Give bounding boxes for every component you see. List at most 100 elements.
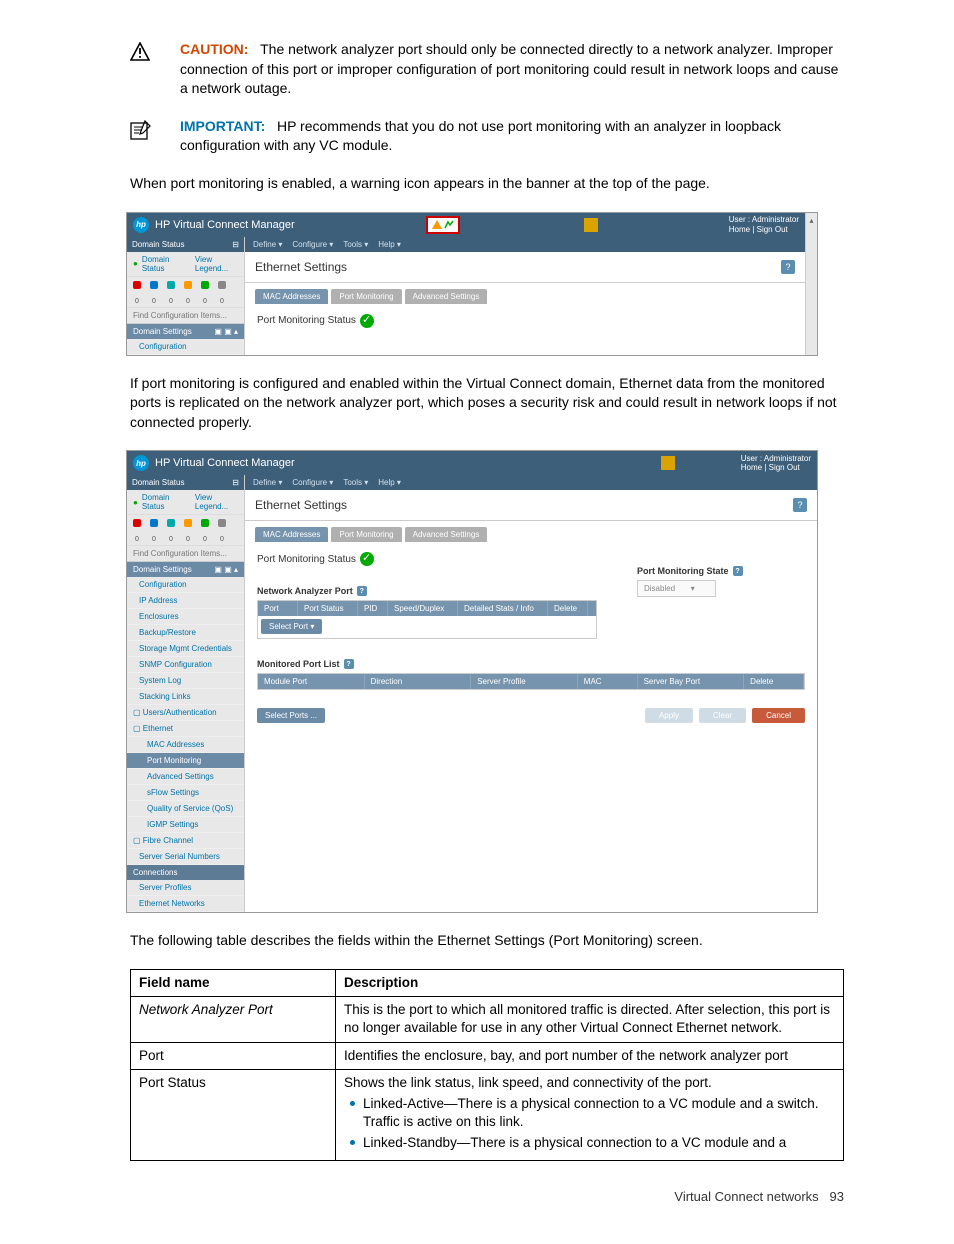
screenshot-1: hp HP Virtual Connect Manager User : Adm… <box>126 212 818 356</box>
select-ports-button[interactable]: Select Ports ... <box>257 708 325 723</box>
page-title: Ethernet Settings <box>255 260 347 274</box>
help-icon[interactable]: ? <box>733 566 743 576</box>
home-link[interactable]: Home | Sign Out <box>729 225 788 234</box>
tab-advanced-settings[interactable]: Advanced Settings <box>405 527 488 542</box>
tab-mac-addresses[interactable]: MAC Addresses <box>255 289 328 304</box>
caution-text: The network analyzer port should only be… <box>180 41 838 96</box>
important-block: IMPORTANT: HP recommends that you do not… <box>130 117 844 156</box>
home-icon[interactable] <box>584 218 598 232</box>
sidebar-item-qos[interactable]: Quality of Service (QoS) <box>127 801 244 817</box>
home-icon[interactable] <box>661 456 675 470</box>
table-row: Network Analyzer Port This is the port t… <box>131 997 844 1042</box>
cell-field: Port <box>131 1042 336 1069</box>
menu-define[interactable]: Define ▾ <box>253 478 282 487</box>
pm-state-select[interactable]: Disabled ▾ <box>637 580 716 597</box>
col-port-status: Port Status <box>298 601 358 616</box>
sidebar-item-ip-address[interactable]: IP Address <box>127 593 244 609</box>
sidebar-item-configuration[interactable]: Configuration <box>127 577 244 593</box>
sidebar-item-fibre[interactable]: ▢ Fibre Channel <box>127 833 244 849</box>
apply-button[interactable]: Apply <box>645 708 693 723</box>
sidebar-connections-section[interactable]: Connections <box>127 865 244 880</box>
bullet-icon <box>350 1101 355 1106</box>
menu-configure[interactable]: Configure ▾ <box>292 240 333 249</box>
menu-configure[interactable]: Configure ▾ <box>292 478 333 487</box>
domain-status-link[interactable]: Domain Status <box>142 255 185 273</box>
user-info: User : Administrator Home | Sign Out <box>741 454 811 473</box>
sidebar-item-enclosures[interactable]: Enclosures <box>127 609 244 625</box>
view-legend-link[interactable]: View Legend... <box>195 255 238 273</box>
status-ok-icon: ● <box>133 259 138 268</box>
sidebar-item-port-monitoring[interactable]: Port Monitoring <box>127 753 244 769</box>
sidebar-item-stacking[interactable]: Stacking Links <box>127 689 244 705</box>
col-server-profile: Server Profile <box>471 674 578 689</box>
cell-desc: This is the port to which all monitored … <box>336 997 844 1042</box>
col-speed-duplex: Speed/Duplex <box>388 601 458 616</box>
port-monitoring-status-label: Port Monitoring Status <box>257 554 356 565</box>
bullet-icon <box>350 1140 355 1145</box>
paragraph-3: The following table describes the fields… <box>130 931 844 951</box>
sidebar: Domain Status⊟ ●Domain Status View Legen… <box>127 475 245 912</box>
collapse-icon[interactable]: ⊟ <box>232 240 239 249</box>
domain-settings-section[interactable]: Domain Settings▣ ▣ ▴ <box>127 562 244 577</box>
clear-button[interactable]: Clear <box>699 708 746 723</box>
network-analyzer-port-table: Port Port Status PID Speed/Duplex Detail… <box>257 600 597 639</box>
sidebar-item-snmp[interactable]: SNMP Configuration <box>127 657 244 673</box>
app-header: hp HP Virtual Connect Manager User : Adm… <box>127 451 817 475</box>
sidebar-item-users[interactable]: ▢ Users/Authentication <box>127 705 244 721</box>
sidebar-item-eth-networks[interactable]: Ethernet Networks <box>127 896 244 912</box>
caution-block: CAUTION: The network analyzer port shoul… <box>130 40 844 99</box>
check-icon <box>360 552 374 566</box>
menu-tools[interactable]: Tools ▾ <box>343 478 368 487</box>
main-panel: Define ▾ Configure ▾ Tools ▾ Help ▾ Ethe… <box>245 237 805 355</box>
caution-label: CAUTION: <box>180 41 248 57</box>
sidebar-item-configuration[interactable]: Configuration <box>127 339 244 355</box>
hp-logo-icon: hp <box>133 455 149 471</box>
find-config-input[interactable]: Find Configuration Items... <box>127 308 244 324</box>
sidebar-item-syslog[interactable]: System Log <box>127 673 244 689</box>
menu-tools[interactable]: Tools ▾ <box>343 240 368 249</box>
menu-help[interactable]: Help ▾ <box>378 240 401 249</box>
mpl-label: Monitored Port List <box>257 659 340 669</box>
menu-define[interactable]: Define ▾ <box>253 240 282 249</box>
tab-port-monitoring[interactable]: Port Monitoring <box>331 289 401 304</box>
sidebar-item-advanced[interactable]: Advanced Settings <box>127 769 244 785</box>
help-icon[interactable]: ? <box>793 498 807 512</box>
home-link[interactable]: Home | Sign Out <box>741 463 800 472</box>
warning-badge-icon <box>426 216 460 234</box>
app-title: HP Virtual Connect Manager <box>155 457 295 469</box>
collapse-icon[interactable]: ⊟ <box>232 478 239 487</box>
sidebar-item-igmp[interactable]: IGMP Settings <box>127 817 244 833</box>
view-legend-link[interactable]: View Legend... <box>195 493 238 511</box>
field-description-table: Field name Description Network Analyzer … <box>130 969 844 1161</box>
col-delete: Delete <box>744 674 804 689</box>
tab-port-monitoring[interactable]: Port Monitoring <box>331 527 401 542</box>
pm-state-label: Port Monitoring State <box>637 566 729 576</box>
menu-help[interactable]: Help ▾ <box>378 478 401 487</box>
table-row: Port Identifies the enclosure, bay, and … <box>131 1042 844 1069</box>
cancel-button[interactable]: Cancel <box>752 708 805 723</box>
sidebar-item-storage[interactable]: Storage Mgmt Credentials <box>127 641 244 657</box>
important-icon <box>130 128 152 144</box>
cell-desc: Shows the link status, link speed, and c… <box>336 1069 844 1160</box>
caution-icon <box>130 49 150 65</box>
sidebar-item-mac[interactable]: MAC Addresses <box>127 737 244 753</box>
sidebar-item-serial[interactable]: Server Serial Numbers <box>127 849 244 865</box>
check-icon <box>360 314 374 328</box>
domain-status-link[interactable]: Domain Status <box>142 493 185 511</box>
sidebar-item-profiles[interactable]: Server Profiles <box>127 880 244 896</box>
select-port-button[interactable]: Select Port ▾ <box>261 619 322 634</box>
domain-settings-section[interactable]: Domain Settings▣ ▣ ▴ <box>127 324 244 339</box>
app-header: hp HP Virtual Connect Manager User : Adm… <box>127 213 805 237</box>
tab-mac-addresses[interactable]: MAC Addresses <box>255 527 328 542</box>
paragraph-1: When port monitoring is enabled, a warni… <box>130 174 844 194</box>
sidebar-item-backup[interactable]: Backup/Restore <box>127 625 244 641</box>
sidebar-item-sflow[interactable]: sFlow Settings <box>127 785 244 801</box>
tab-advanced-settings[interactable]: Advanced Settings <box>405 289 488 304</box>
sidebar-item-ethernet[interactable]: ▢ Ethernet <box>127 721 244 737</box>
help-icon[interactable]: ? <box>781 260 795 274</box>
scrollbar[interactable]: ▴ <box>805 213 817 355</box>
find-config-input[interactable]: Find Configuration Items... <box>127 546 244 562</box>
help-icon[interactable]: ? <box>344 659 354 669</box>
cell-field: Network Analyzer Port <box>131 997 336 1042</box>
help-icon[interactable]: ? <box>357 586 367 596</box>
